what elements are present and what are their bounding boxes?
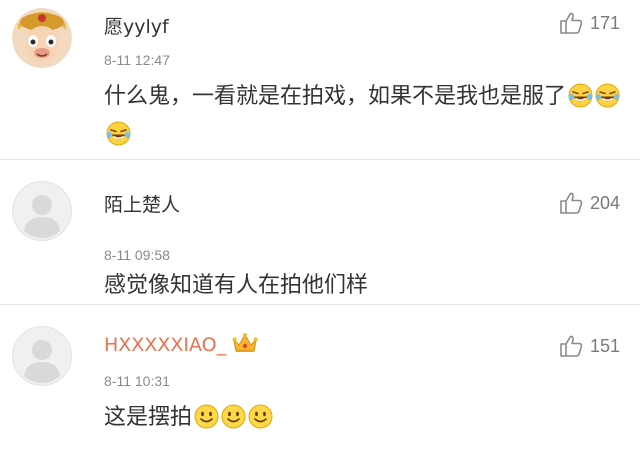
laugh-cry-emoji-icon <box>106 121 131 146</box>
laugh-cry-emoji-icon <box>568 83 593 108</box>
thumbs-up-icon <box>558 10 584 36</box>
timestamp: 8-11 09:58 <box>104 247 170 263</box>
monkey-king-avatar-icon <box>12 8 72 68</box>
comment-text: 感觉像知道有人在拍他们样 <box>104 273 369 298</box>
avatar[interactable] <box>12 8 72 68</box>
like-button[interactable]: 151 <box>558 333 620 359</box>
avatar[interactable] <box>12 181 72 241</box>
comment-item: HXXXXXIAO_ 8-11 10:31 151 这是摆拍 <box>0 304 640 449</box>
timestamp: 8-11 12:47 <box>104 52 170 68</box>
like-count: 151 <box>589 335 620 356</box>
comment-body: 这是摆拍 <box>104 399 624 437</box>
comment-text: 这是摆拍 <box>104 405 193 430</box>
username[interactable]: 陌上楚人 <box>104 190 180 217</box>
username-text: HXXXXXIAO_ <box>104 334 227 356</box>
like-count: 204 <box>589 192 620 213</box>
comment-text: 什么鬼，一看就是在拍戏，如果不是我也是服了 <box>104 84 567 109</box>
smile-emoji-icon <box>221 404 246 429</box>
smile-emoji-icon <box>194 404 219 429</box>
default-avatar-icon <box>12 181 72 241</box>
smile-emoji-icon <box>248 404 273 429</box>
username[interactable]: HXXXXXIAO_ <box>104 332 258 357</box>
laugh-cry-emoji-icon <box>595 83 620 108</box>
like-button[interactable]: 171 <box>558 10 620 36</box>
thumbs-up-icon <box>558 333 584 359</box>
comment-body: 感觉像知道有人在拍他们样 <box>104 267 624 305</box>
crown-icon <box>232 332 258 354</box>
default-avatar-icon <box>12 326 72 386</box>
thumbs-up-icon <box>558 190 584 216</box>
like-button[interactable]: 204 <box>558 190 620 216</box>
comment-body: 什么鬼，一看就是在拍戏，如果不是我也是服了 <box>104 78 624 154</box>
avatar[interactable] <box>12 326 72 386</box>
comment-item: 陌上楚人 8-11 09:58 204 感觉像知道有人在拍他们样 <box>0 159 640 303</box>
timestamp: 8-11 10:31 <box>104 373 170 389</box>
comment-item: 愿yylyf 8-11 12:47 171 什么鬼，一看就是在拍戏，如果不是我也… <box>0 0 640 159</box>
username[interactable]: 愿yylyf <box>104 12 169 39</box>
like-count: 171 <box>589 12 620 33</box>
